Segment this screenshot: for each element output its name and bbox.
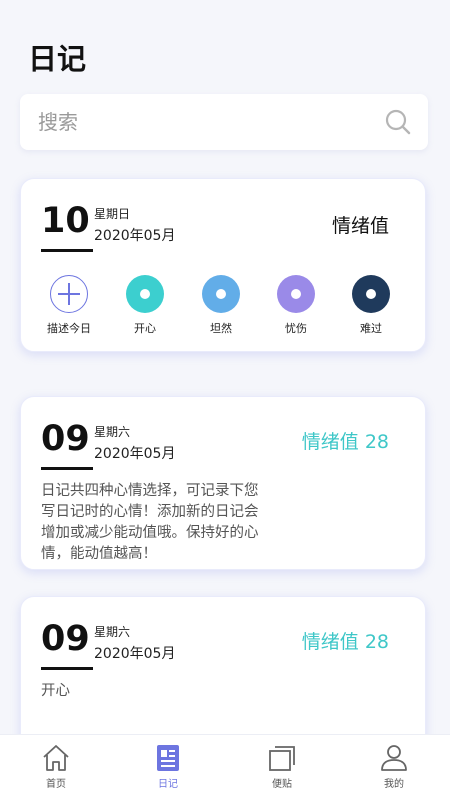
mood-happy-icon[interactable] — [126, 275, 164, 313]
day-number: 10 — [41, 201, 90, 241]
home-icon — [43, 745, 69, 771]
search-bar[interactable] — [20, 94, 428, 150]
mood-value: 情绪值 28 — [301, 431, 389, 453]
search-icon[interactable] — [384, 108, 412, 136]
weekday: 星期日 — [94, 207, 131, 221]
plus-icon[interactable] — [50, 275, 88, 313]
day-number: 09 — [41, 419, 90, 459]
mood-label-describe: 描述今日 — [47, 322, 91, 335]
diary-entry[interactable]: 09 星期六 2020年05月 情绪值 28 开心 — [20, 596, 426, 756]
diary-page: 日记 10 星期日 2020年05月 情绪值 描述今日 — [0, 0, 450, 800]
mood-upset-icon[interactable] — [352, 275, 390, 313]
mood-label: 情绪值 — [331, 215, 389, 237]
tab-label: 首页 — [46, 779, 66, 790]
user-icon — [381, 745, 407, 771]
mood-value: 情绪值 28 — [301, 631, 389, 653]
mood-option-describe[interactable]: 描述今日 — [34, 275, 104, 336]
entry-text: 开心 — [41, 683, 70, 699]
mood-sad-icon[interactable] — [277, 275, 315, 313]
day-underline — [41, 467, 93, 470]
tab-notes[interactable]: 便贴 — [252, 743, 312, 790]
month: 2020年05月 — [94, 646, 176, 662]
diary-icon — [157, 745, 179, 771]
day-underline — [41, 667, 93, 670]
mood-option-upset[interactable]: 难过 — [336, 275, 406, 336]
today-card: 10 星期日 2020年05月 情绪值 描述今日 开心 坦然 忧伤 难过 — [20, 178, 426, 352]
notes-icon — [269, 746, 295, 771]
diary-entry[interactable]: 09 星期六 2020年05月 情绪值 28 日记共四种心情选择，可记录下您写日… — [20, 396, 426, 570]
weekday: 星期六 — [94, 625, 131, 639]
tab-home[interactable]: 首页 — [26, 743, 86, 790]
mood-label-sad: 忧伤 — [285, 322, 307, 335]
day-number: 09 — [41, 619, 90, 659]
mood-calm-icon[interactable] — [202, 275, 240, 313]
weekday: 星期六 — [94, 425, 131, 439]
day-underline — [41, 249, 93, 252]
bottom-tab-bar: 首页 日记 便贴 我的 — [0, 734, 450, 800]
tab-label: 便贴 — [272, 779, 292, 790]
mood-option-happy[interactable]: 开心 — [110, 275, 180, 336]
mood-label-happy: 开心 — [134, 322, 156, 335]
tab-label: 我的 — [384, 779, 404, 790]
tab-diary[interactable]: 日记 — [138, 743, 198, 790]
search-input[interactable] — [38, 106, 358, 138]
mood-label-calm: 坦然 — [210, 322, 232, 335]
mood-label-upset: 难过 — [360, 322, 382, 335]
month: 2020年05月 — [94, 446, 176, 462]
page-title: 日记 — [28, 42, 87, 76]
month: 2020年05月 — [94, 228, 176, 244]
tab-label: 日记 — [158, 779, 178, 790]
tab-profile[interactable]: 我的 — [364, 743, 424, 790]
mood-selector: 描述今日 开心 坦然 忧伤 难过 — [21, 275, 427, 335]
mood-option-calm[interactable]: 坦然 — [186, 275, 256, 336]
mood-option-sad[interactable]: 忧伤 — [261, 275, 331, 336]
entry-text: 日记共四种心情选择，可记录下您写日记时的心情！添加新的日记会增加或减少能动值哦。… — [41, 483, 259, 562]
